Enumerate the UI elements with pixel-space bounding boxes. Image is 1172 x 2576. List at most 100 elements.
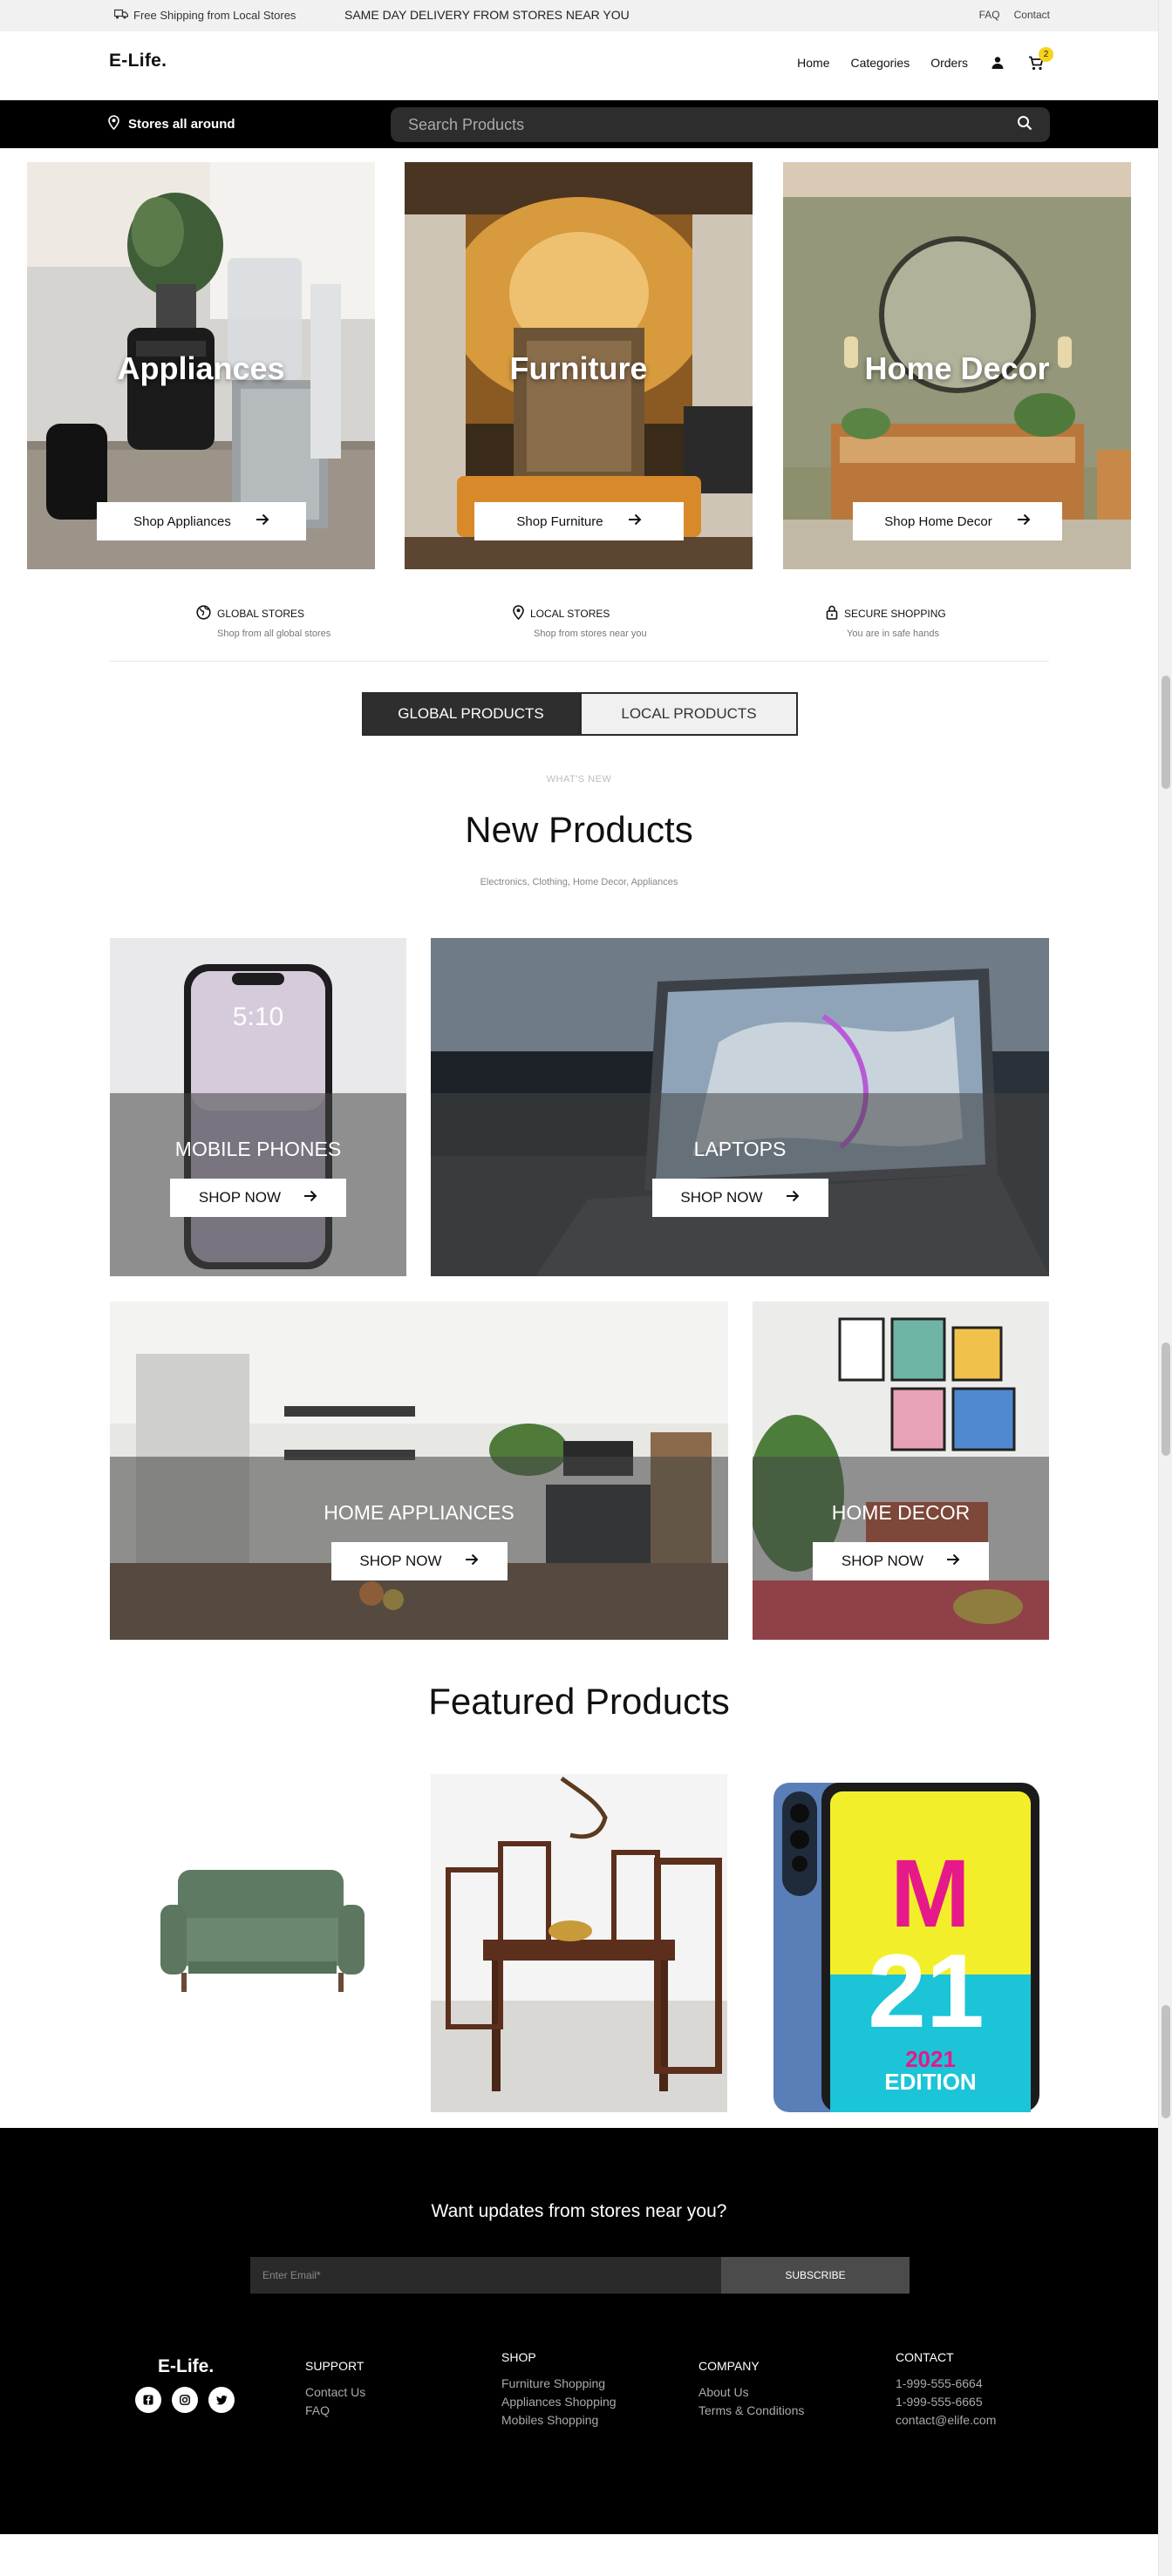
sofa-image <box>110 1774 406 2112</box>
footer-email[interactable]: contact@elife.com <box>896 2411 996 2430</box>
footer-logo[interactable]: E-Life. <box>158 2356 214 2377</box>
footer-link-mobiles[interactable]: Mobiles Shopping <box>501 2411 617 2430</box>
newsletter-form: SUBSCRIBE <box>250 2257 910 2294</box>
category-card-appliances[interactable]: Appliances Shop Appliances <box>27 162 375 569</box>
newsletter-email-input[interactable] <box>250 2257 721 2294</box>
lock-icon <box>826 605 838 622</box>
shop-now-laptops-button[interactable]: SHOP NOW <box>651 1179 828 1217</box>
scrollbar-thumb[interactable] <box>1162 676 1170 789</box>
contact-link[interactable]: Contact <box>1014 9 1050 21</box>
free-shipping-text: Free Shipping from Local Stores <box>133 9 296 22</box>
same-day-delivery-text: SAME DAY DELIVERY FROM STORES NEAR YOU <box>344 8 630 22</box>
shop-now-label: SHOP NOW <box>680 1189 763 1206</box>
shop-appliances-label: Shop Appliances <box>133 513 231 529</box>
footer-col-contact: CONTACT 1-999-555-6664 1-999-555-6665 co… <box>896 2350 996 2430</box>
shop-now-home-appliances-button[interactable]: SHOP NOW <box>330 1542 508 1580</box>
footer-company-heading: COMPANY <box>698 2359 760 2373</box>
facebook-icon[interactable] <box>135 2387 161 2413</box>
header: E-Life. Home Categories Orders 2 <box>0 31 1158 100</box>
site-logo[interactable]: E-Life. <box>109 51 167 71</box>
top-bar: Free Shipping from Local Stores SAME DAY… <box>0 0 1158 31</box>
search-bar: Stores all around <box>0 100 1158 148</box>
footer-link-terms[interactable]: Terms & Conditions <box>698 2402 804 2420</box>
category-card-home-decor[interactable]: Home Decor Shop Home Decor <box>783 162 1131 569</box>
footer-support-heading: SUPPORT <box>305 2359 365 2373</box>
tile-home-appliances[interactable]: HOME APPLIANCES SHOP NOW <box>110 1302 728 1640</box>
featured-products-title: Featured Products <box>428 1681 730 1722</box>
twitter-icon[interactable] <box>208 2387 235 2413</box>
tab-local-products[interactable]: LOCAL PRODUCTS <box>580 692 798 736</box>
shop-furniture-button[interactable]: Shop Furniture <box>474 502 684 540</box>
arrow-right-icon <box>303 1189 317 1206</box>
shop-now-home-decor-button[interactable]: SHOP NOW <box>813 1542 989 1580</box>
tab-global-products[interactable]: GLOBAL PRODUCTS <box>362 692 580 736</box>
footer-link-contact-us[interactable]: Contact Us <box>305 2383 365 2402</box>
new-products-subtitle: Electronics, Clothing, Home Decor, Appli… <box>480 877 678 887</box>
feature-global-stores: GLOBAL STORES Shop from all global store… <box>196 605 388 639</box>
featured-product-sofa[interactable] <box>110 1774 406 2112</box>
tile-home-decor[interactable]: HOME DECOR SHOP NOW <box>753 1302 1049 1640</box>
footer-link-furniture[interactable]: Furniture Shopping <box>501 2375 617 2393</box>
footer-col-support: SUPPORT Contact Us FAQ <box>305 2359 365 2420</box>
main-nav: Home Categories Orders 2 <box>797 47 1053 71</box>
footer-link-faq[interactable]: FAQ <box>305 2402 365 2420</box>
arrow-right-icon <box>465 1553 479 1570</box>
cart-icon[interactable]: 2 <box>1027 47 1053 71</box>
scrollbar-thumb[interactable] <box>1162 2005 1170 2118</box>
category-card-furniture[interactable]: Furniture Shop Furniture <box>405 162 753 569</box>
footer-phone-1[interactable]: 1-999-555-6664 <box>896 2375 996 2393</box>
scrollbar-thumb[interactable] <box>1162 1342 1170 1456</box>
store-location-selector[interactable]: Stores all around <box>108 115 235 133</box>
search-icon[interactable] <box>1017 115 1032 135</box>
footer-contact-heading: CONTACT <box>896 2350 954 2364</box>
category-title-furniture: Furniture <box>509 350 648 386</box>
tile-mobile-phones[interactable]: 5:10 MOBILE PHONES SHOP NOW <box>110 938 406 1276</box>
page-scrollbar[interactable] <box>1158 0 1172 2576</box>
footer: Want updates from stores near you? SUBSC… <box>0 2128 1158 2534</box>
category-cards: Appliances Shop Appliances Furniture Sho… <box>27 162 1131 569</box>
shop-now-label: SHOP NOW <box>198 1189 282 1206</box>
tile-label-mobile-phones: MOBILE PHONES <box>174 1138 342 1160</box>
phone-model-text: M <box>890 1840 971 1947</box>
shop-furniture-label: Shop Furniture <box>516 513 603 529</box>
phone-m21-image: M 21 2021 EDITION <box>752 1774 1049 2112</box>
shop-now-mobile-phones-button[interactable]: SHOP NOW <box>170 1179 346 1217</box>
instagram-icon[interactable] <box>172 2387 198 2413</box>
newsletter-title: Want updates from stores near you? <box>431 2201 727 2221</box>
social-links <box>135 2387 235 2413</box>
arrow-right-icon <box>786 1189 800 1206</box>
shop-home-decor-button[interactable]: Shop Home Decor <box>853 502 1062 540</box>
arrow-right-icon <box>256 513 269 529</box>
feature-global-subtitle: Shop from all global stores <box>217 629 331 639</box>
footer-shop-heading: SHOP <box>501 2350 536 2364</box>
featured-product-dining-set[interactable] <box>431 1774 727 2112</box>
map-pin-icon <box>108 115 119 133</box>
shop-appliances-button[interactable]: Shop Appliances <box>97 502 306 540</box>
user-icon[interactable] <box>989 54 1006 71</box>
feature-local-title: LOCAL STORES <box>530 608 610 620</box>
faq-link[interactable]: FAQ <box>979 9 1000 21</box>
footer-link-about-us[interactable]: About Us <box>698 2383 804 2402</box>
free-shipping-notice: Free Shipping from Local Stores <box>113 9 296 22</box>
feature-secure-shopping: SECURE SHOPPING You are in safe hands <box>826 605 1018 639</box>
search-input[interactable] <box>408 115 1017 134</box>
footer-phone-2[interactable]: 1-999-555-6665 <box>896 2393 996 2411</box>
subscribe-button[interactable]: SUBSCRIBE <box>721 2257 910 2294</box>
nav-home[interactable]: Home <box>797 56 829 70</box>
cart-count-badge: 2 <box>1039 47 1053 62</box>
footer-col-shop: SHOP Furniture Shopping Appliances Shopp… <box>501 2350 617 2430</box>
arrow-right-icon <box>946 1553 960 1570</box>
nav-categories[interactable]: Categories <box>851 56 910 70</box>
feature-secure-subtitle: You are in safe hands <box>847 629 940 639</box>
tile-laptops[interactable]: LAPTOPS SHOP NOW <box>431 938 1049 1276</box>
footer-link-appliances[interactable]: Appliances Shopping <box>501 2393 617 2411</box>
store-location-label: Stores all around <box>128 117 235 132</box>
arrow-right-icon <box>628 513 642 529</box>
category-title-appliances: Appliances <box>117 350 285 386</box>
featured-product-phone[interactable]: M 21 2021 EDITION <box>752 1774 1049 2112</box>
feature-global-title: GLOBAL STORES <box>217 608 305 620</box>
footer-col-company: COMPANY About Us Terms & Conditions <box>698 2359 804 2420</box>
nav-orders[interactable]: Orders <box>930 56 968 70</box>
feature-local-stores: LOCAL STORES Shop from stores near you <box>513 605 705 639</box>
map-pin-icon <box>513 605 524 622</box>
